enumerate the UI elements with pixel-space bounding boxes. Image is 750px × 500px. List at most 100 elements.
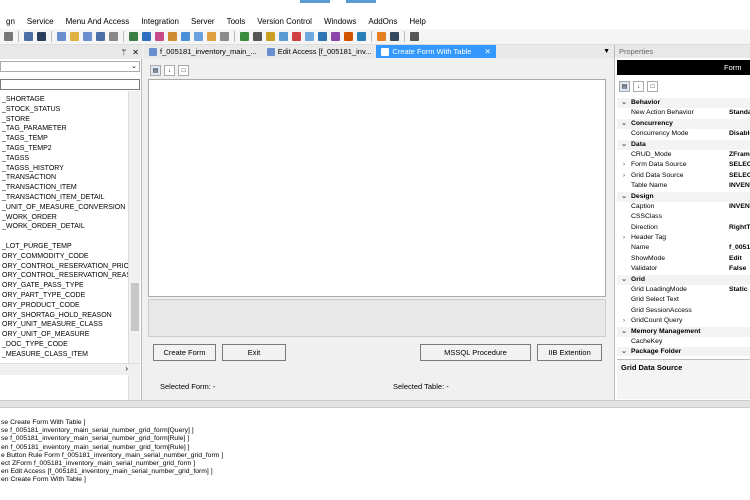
property-value[interactable] bbox=[729, 275, 750, 285]
anchor-icon[interactable] bbox=[410, 32, 419, 41]
terminal-icon[interactable] bbox=[37, 32, 46, 41]
property-value[interactable] bbox=[729, 316, 750, 326]
table-list-item[interactable]: ORY_UNIT_MEASURE_CLASS bbox=[0, 320, 128, 330]
mssql-procedure-button[interactable]: MSSQL Procedure bbox=[420, 344, 531, 361]
tab-inventory-form[interactable]: f_005181_inventory_main_... bbox=[144, 45, 262, 58]
table-list-item[interactable]: ORY_PART_TYPE_CODE bbox=[0, 291, 128, 301]
categorized-icon[interactable]: ▤ bbox=[619, 81, 630, 92]
property-row[interactable]: ›Grid Data Source SELECT bbox=[617, 171, 750, 181]
table-list-item[interactable]: ORY_CONTROL_RESERVATION_REASON bbox=[0, 271, 128, 281]
database-selector[interactable]: ⌄ bbox=[0, 61, 140, 72]
collapse-icon[interactable]: ⌄ bbox=[617, 192, 631, 202]
report-icon[interactable] bbox=[266, 32, 275, 41]
table-list-item[interactable]: _TRANSACTION_ITEM_DETAIL bbox=[0, 193, 128, 203]
close-icon[interactable]: ✕ bbox=[132, 48, 139, 57]
expand-icon[interactable] bbox=[617, 129, 631, 139]
table-list-item[interactable]: _TAGSS bbox=[0, 154, 128, 164]
property-row[interactable]: Direction RightT bbox=[617, 223, 750, 233]
table-list-item[interactable]: _LOT_PURGE_TEMP bbox=[0, 242, 128, 252]
property-row[interactable]: Concurrency Mode Disable bbox=[617, 129, 750, 139]
collapse-icon[interactable]: ⌄ bbox=[617, 327, 631, 337]
export-icon[interactable] bbox=[318, 32, 327, 41]
scrollbar-thumb[interactable] bbox=[131, 283, 139, 331]
property-row[interactable]: CacheKey bbox=[617, 337, 750, 347]
property-value[interactable] bbox=[729, 233, 750, 243]
form-icon[interactable] bbox=[83, 32, 92, 41]
close-tab-icon[interactable]: ✕ bbox=[484, 47, 490, 56]
property-value[interactable]: Standa bbox=[729, 108, 750, 118]
table-list-item[interactable]: _WORK_ORDER_DETAIL bbox=[0, 222, 128, 232]
palette-icon[interactable] bbox=[155, 32, 164, 41]
expand-icon[interactable] bbox=[617, 285, 631, 295]
collapse-icon[interactable]: ⌄ bbox=[617, 347, 631, 356]
property-value[interactable]: Disable bbox=[729, 129, 750, 139]
table-list-item[interactable]: _MEASURE_CLASS_ITEM bbox=[0, 350, 128, 360]
property-row[interactable]: Grid SessionAccess bbox=[617, 306, 750, 316]
menu-item-help[interactable]: Help bbox=[403, 17, 431, 26]
property-value[interactable] bbox=[729, 212, 750, 222]
property-row[interactable]: CSSClass bbox=[617, 212, 750, 222]
expand-icon[interactable] bbox=[617, 181, 631, 191]
collapse-icon[interactable]: ⌄ bbox=[617, 140, 631, 150]
property-value[interactable] bbox=[729, 192, 750, 202]
property-pages-icon[interactable]: □ bbox=[647, 81, 658, 92]
tab-create-form-with-table[interactable]: Create Form With Table ✕ bbox=[376, 45, 496, 58]
property-row[interactable]: › Form Data Source SELEC bbox=[617, 160, 750, 170]
property-value[interactable]: INVENT bbox=[729, 202, 750, 212]
menu-item-addons[interactable]: AddOns bbox=[362, 17, 403, 26]
refresh-icon[interactable] bbox=[240, 32, 249, 41]
property-category[interactable]: ⌄ Memory Management bbox=[617, 326, 750, 337]
property-row[interactable]: CRUD_Mode ZFram bbox=[617, 150, 750, 160]
arrow-icon[interactable] bbox=[142, 32, 151, 41]
property-value[interactable] bbox=[729, 119, 750, 129]
expand-icon[interactable] bbox=[617, 212, 631, 222]
property-row[interactable]: Grid Select Text bbox=[617, 295, 750, 305]
table-list-item[interactable]: ORY_SHORTAG_HOLD_REASON bbox=[0, 311, 128, 321]
table-list-item[interactable]: ORY_PRODUCT_CODE bbox=[0, 301, 128, 311]
table-list-item[interactable]: _UNIT_OF_MEASURE_CONVERSION bbox=[0, 203, 128, 213]
table-list-item[interactable]: ORY_COMMODITY_CODE bbox=[0, 252, 128, 262]
menu-item-windows[interactable]: Windows bbox=[318, 17, 362, 26]
table-list-item[interactable]: _STOCK_STATUS bbox=[0, 105, 128, 115]
grid-icon[interactable] bbox=[96, 32, 105, 41]
table-list-item[interactable]: _TAGSS_HISTORY bbox=[0, 164, 128, 174]
property-value[interactable]: ZFram bbox=[729, 150, 750, 160]
property-value[interactable]: SELECT bbox=[729, 171, 750, 181]
sort-alpha-icon[interactable]: ↓ bbox=[633, 81, 644, 92]
selected-object-header[interactable]: Form bbox=[617, 60, 750, 75]
table-list-item[interactable]: _STORE bbox=[0, 115, 128, 125]
network-icon[interactable] bbox=[181, 32, 190, 41]
pin-icon[interactable]: ᛘ bbox=[121, 48, 126, 57]
expand-icon[interactable]: › bbox=[617, 233, 631, 243]
window-cascade-icon[interactable] bbox=[305, 32, 314, 41]
expand-icon[interactable] bbox=[617, 223, 631, 233]
property-value[interactable] bbox=[729, 295, 750, 305]
property-row[interactable]: Caption INVENT bbox=[617, 202, 750, 212]
table-list-item[interactable]: ORY_UNIT_OF_MEASURE bbox=[0, 330, 128, 340]
property-row[interactable]: Table Name INVENT bbox=[617, 181, 750, 191]
property-row[interactable]: New Action Behavior Standa bbox=[617, 108, 750, 118]
print-icon[interactable] bbox=[109, 32, 118, 41]
property-value[interactable]: Static bbox=[729, 285, 750, 295]
expand-icon[interactable]: › bbox=[617, 316, 631, 326]
table-list-item[interactable]: _TRANSACTION_ITEM bbox=[0, 183, 128, 193]
expand-icon[interactable] bbox=[617, 108, 631, 118]
property-value[interactable] bbox=[729, 347, 750, 356]
table-list-item[interactable] bbox=[0, 232, 128, 242]
table-icon[interactable] bbox=[129, 32, 138, 41]
property-value[interactable]: SELEC bbox=[729, 160, 750, 170]
window-icon[interactable] bbox=[57, 32, 66, 41]
property-row[interactable]: ShowMode Edit bbox=[617, 254, 750, 264]
database-icon[interactable] bbox=[194, 32, 203, 41]
build-icon[interactable] bbox=[377, 32, 386, 41]
expand-icon[interactable] bbox=[617, 150, 631, 160]
sort-alpha-icon[interactable]: ↓ bbox=[164, 64, 175, 76]
chart-icon[interactable] bbox=[344, 32, 353, 41]
delete-icon[interactable] bbox=[292, 32, 301, 41]
menu-item-server[interactable]: Server bbox=[185, 17, 221, 26]
new-file-icon[interactable] bbox=[4, 32, 13, 41]
expand-icon[interactable]: › bbox=[617, 160, 631, 170]
expand-icon[interactable] bbox=[617, 306, 631, 316]
property-value[interactable]: RightT bbox=[729, 223, 750, 233]
property-row[interactable]: Name f_0051 bbox=[617, 243, 750, 253]
